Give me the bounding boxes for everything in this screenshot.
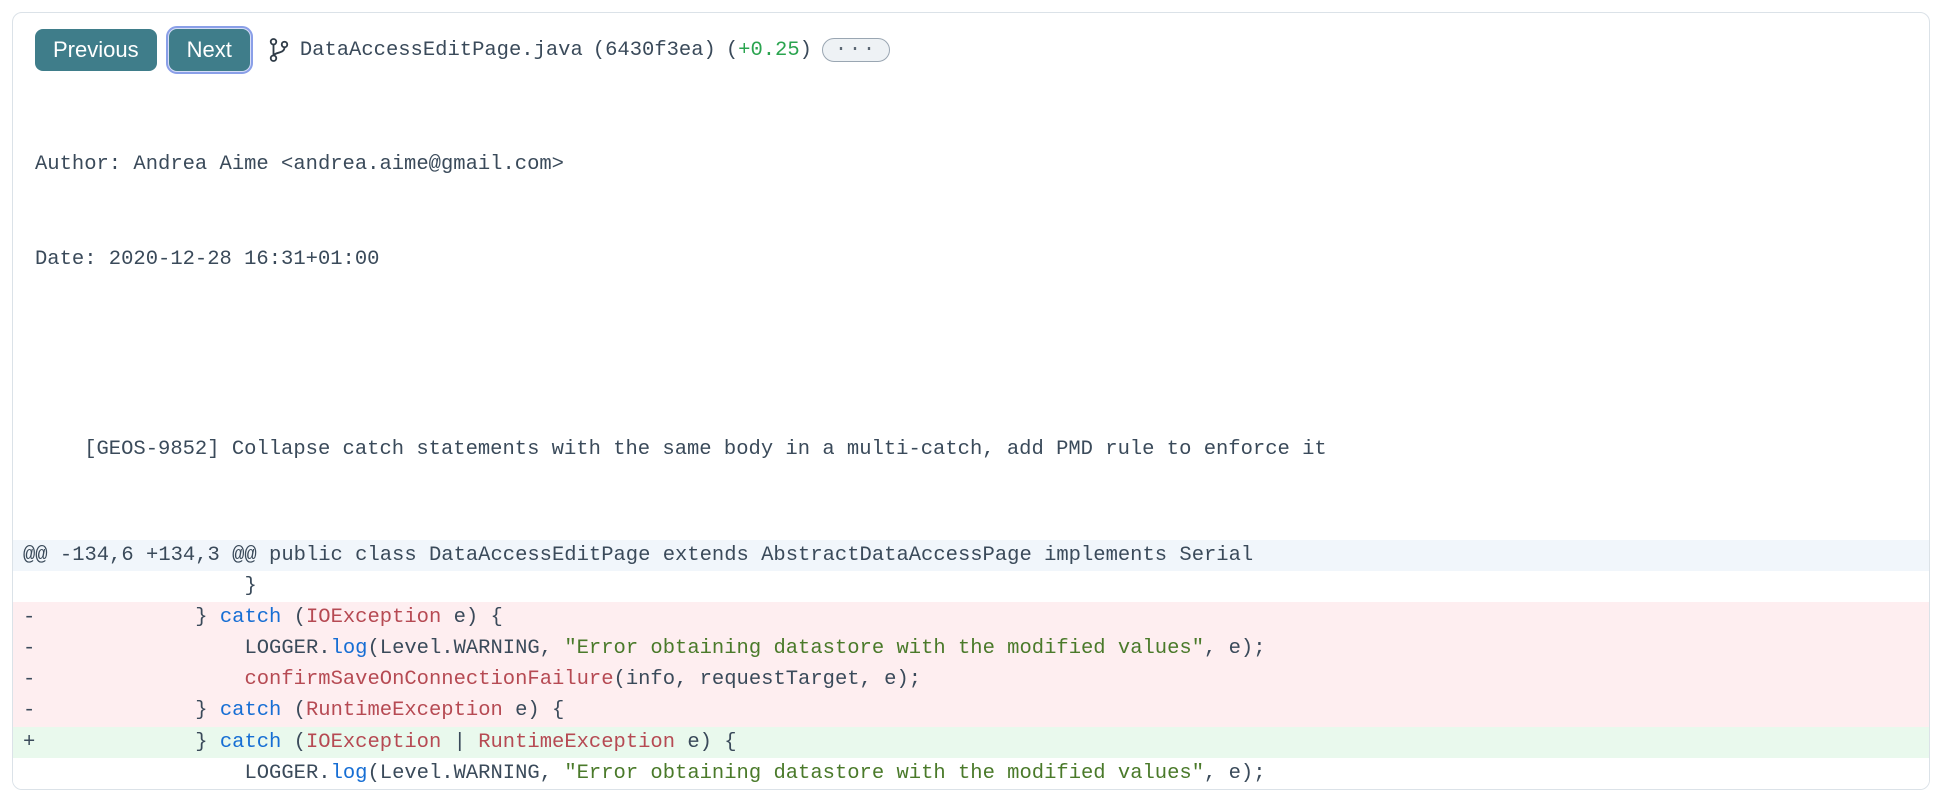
date-line: Date: 2020-12-28 16:31+01:00 bbox=[35, 244, 1907, 276]
diff-line-add: + } catch (IOException | RuntimeExceptio… bbox=[13, 727, 1929, 758]
diff-line-ctx: LOGGER.log(Level.WARNING, "Error obtaini… bbox=[13, 758, 1929, 789]
diff-line-del: - confirmSaveOnConnectionFailure(info, r… bbox=[13, 664, 1929, 695]
filename: DataAccessEditPage.java bbox=[300, 39, 583, 62]
commit-meta: Author: Andrea Aime <andrea.aime@gmail.c… bbox=[35, 85, 1907, 530]
toolbar: Previous Next DataAccessEditPage.java (6… bbox=[35, 29, 1907, 71]
diff-line-ctx: } bbox=[13, 571, 1929, 602]
more-button[interactable]: ··· bbox=[822, 38, 890, 62]
diff-line-del: - } catch (IOException e) { bbox=[13, 602, 1929, 633]
commit-hash: (6430f3ea) bbox=[593, 39, 716, 62]
diff-line-del: - LOGGER.log(Level.WARNING, "Error obtai… bbox=[13, 633, 1929, 664]
git-branch-icon bbox=[268, 37, 290, 63]
diff-line-del: - } catch (RuntimeException e) { bbox=[13, 695, 1929, 726]
diff-card: Previous Next DataAccessEditPage.java (6… bbox=[12, 12, 1930, 790]
hunk-header: @@ -134,6 +134,3 @@ public class DataAcc… bbox=[13, 540, 1929, 571]
coverage-delta: (+0.25) bbox=[726, 39, 812, 62]
commit-title: DataAccessEditPage.java (6430f3ea) (+0.2… bbox=[262, 37, 890, 63]
next-button[interactable]: Next bbox=[169, 29, 250, 71]
diff-body: }- } catch (IOException e) {- LOGGER.log… bbox=[13, 571, 1929, 789]
previous-button[interactable]: Previous bbox=[35, 29, 157, 71]
author-line: Author: Andrea Aime <andrea.aime@gmail.c… bbox=[35, 149, 1907, 181]
commit-message: [GEOS-9852] Collapse catch statements wi… bbox=[35, 434, 1907, 466]
diff-header: Previous Next DataAccessEditPage.java (6… bbox=[13, 13, 1929, 540]
